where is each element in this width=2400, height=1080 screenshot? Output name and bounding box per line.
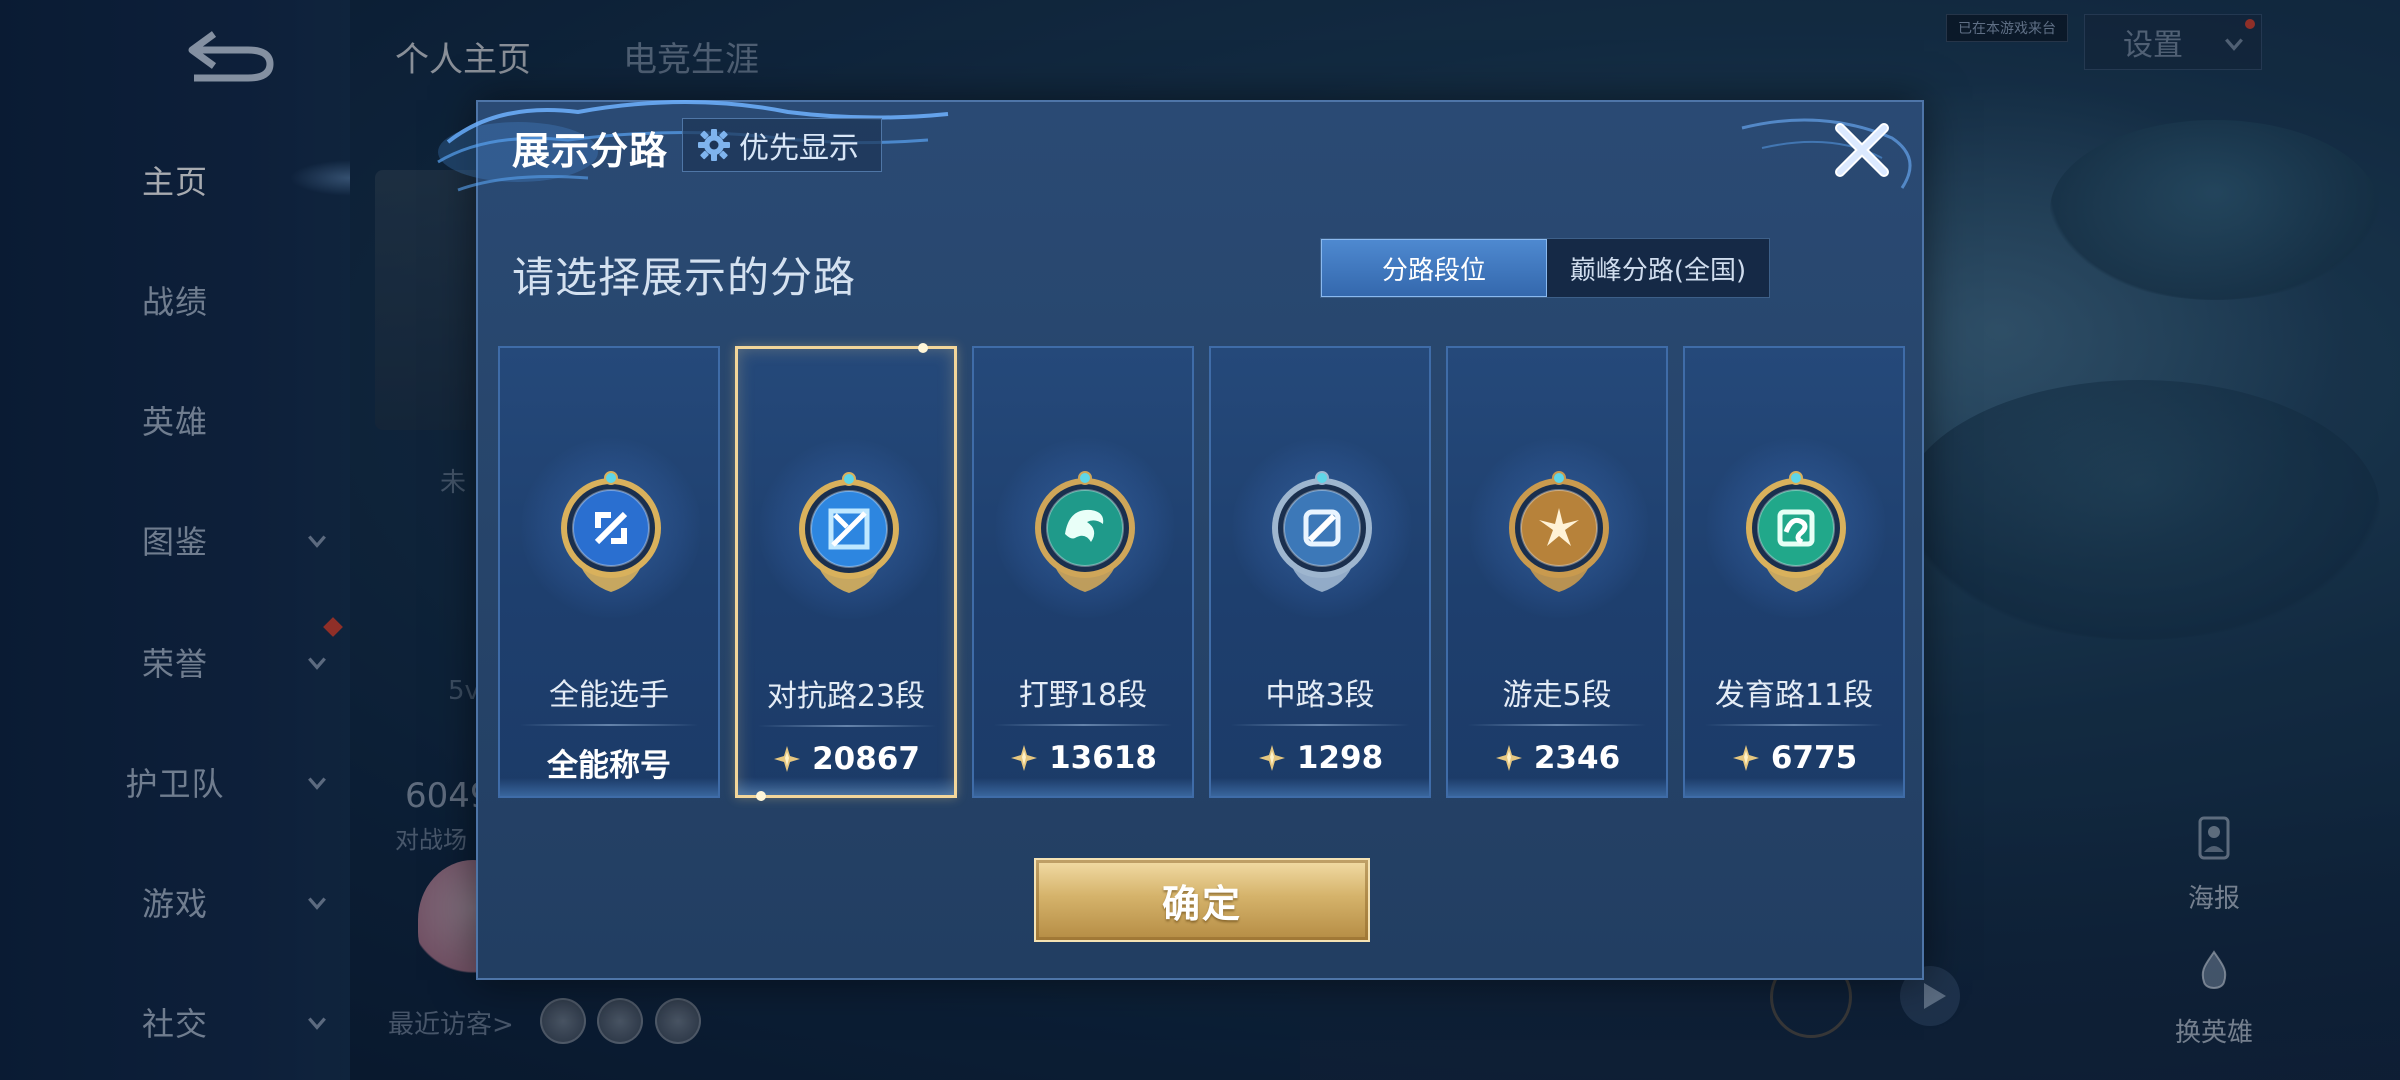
lane-display-modal: 展示分路 优先显示 请选择展示的分路 分路段位 巅峰分路(全国) 全能选手 全能…	[437, 100, 1924, 980]
card-bottom-glow	[1211, 778, 1429, 796]
lane-card[interactable]: 全能选手 全能称号	[498, 346, 720, 798]
modal-title: 展示分路	[512, 129, 669, 173]
lane-card-name: 中路3段	[1265, 678, 1375, 713]
priority-display-label: 优先显示	[739, 131, 859, 166]
lane-card-list: 全能选手 全能称号对抗路23段 20867 打野18段 13618 中路3段 1298 游走5…	[498, 343, 1906, 801]
lane-card-value-row: 2346	[1448, 740, 1666, 776]
peak-score-icon	[1009, 743, 1039, 773]
peak-score-icon	[772, 744, 802, 774]
jungle-badge-icon	[1025, 468, 1145, 598]
close-icon	[1835, 123, 1889, 177]
selection-sparkle	[918, 343, 928, 353]
lane-card-value: 13618	[1049, 740, 1157, 776]
lane-card[interactable]: 对抗路23段 20867	[735, 343, 957, 801]
lane-card-value-row: 6775	[1685, 740, 1903, 776]
lane-card[interactable]: 游走5段 2346	[1446, 346, 1668, 798]
peak-score-icon	[1494, 743, 1524, 773]
toggle-peak-lane-national[interactable]: 巅峰分路(全国)	[1547, 239, 1769, 297]
card-bottom-glow	[500, 778, 718, 796]
card-bottom-glow	[974, 778, 1192, 796]
divider	[1468, 724, 1646, 726]
ranking-mode-toggle: 分路段位 巅峰分路(全国)	[1320, 238, 1770, 298]
divider	[758, 725, 936, 727]
priority-display-button[interactable]: 优先显示	[682, 118, 882, 172]
divider	[994, 724, 1172, 726]
clash-lane-badge-icon	[789, 469, 909, 599]
divider	[1705, 724, 1883, 726]
confirm-button[interactable]: 确定	[1034, 858, 1370, 942]
farm-lane-badge-icon	[1736, 468, 1856, 598]
card-bottom-glow	[738, 777, 954, 795]
card-bottom-glow	[1685, 778, 1903, 796]
lane-card-value: 1298	[1296, 740, 1384, 776]
roam-badge-icon	[1499, 468, 1619, 598]
lane-card[interactable]: 中路3段 1298	[1209, 346, 1431, 798]
peak-score-icon	[1257, 743, 1287, 773]
gear-icon	[698, 129, 730, 161]
lane-card-name: 全能选手	[549, 678, 669, 713]
peak-score-icon	[1731, 743, 1761, 773]
lane-card-name: 发育路11段	[1714, 678, 1874, 713]
toggle-lane-rank[interactable]: 分路段位	[1321, 239, 1547, 297]
card-bottom-glow	[1448, 778, 1666, 796]
divider	[1231, 724, 1409, 726]
lane-card-value: 2346	[1533, 740, 1621, 776]
lane-card-value-row: 13618	[974, 740, 1192, 776]
lane-card-name: 游走5段	[1502, 678, 1612, 713]
lane-card-value: 6775	[1770, 740, 1858, 776]
close-button[interactable]	[1830, 118, 1894, 182]
selection-sparkle	[756, 791, 766, 801]
divider	[520, 724, 698, 726]
confirm-label: 确定	[1161, 881, 1242, 926]
lane-card[interactable]: 发育路11段 6775	[1683, 346, 1905, 798]
all-round-badge-icon	[551, 468, 671, 598]
lane-card[interactable]: 打野18段 13618	[972, 346, 1194, 798]
modal-subtitle: 请选择展示的分路	[512, 253, 857, 302]
lane-card-value-row: 1298	[1211, 740, 1429, 776]
lane-card-name: 对抗路23段	[766, 679, 926, 714]
lane-card-value: 20867	[812, 741, 920, 777]
lane-card-value-row: 20867	[738, 741, 954, 777]
lane-card-name: 打野18段	[1018, 678, 1148, 713]
mid-lane-badge-icon	[1262, 468, 1382, 598]
